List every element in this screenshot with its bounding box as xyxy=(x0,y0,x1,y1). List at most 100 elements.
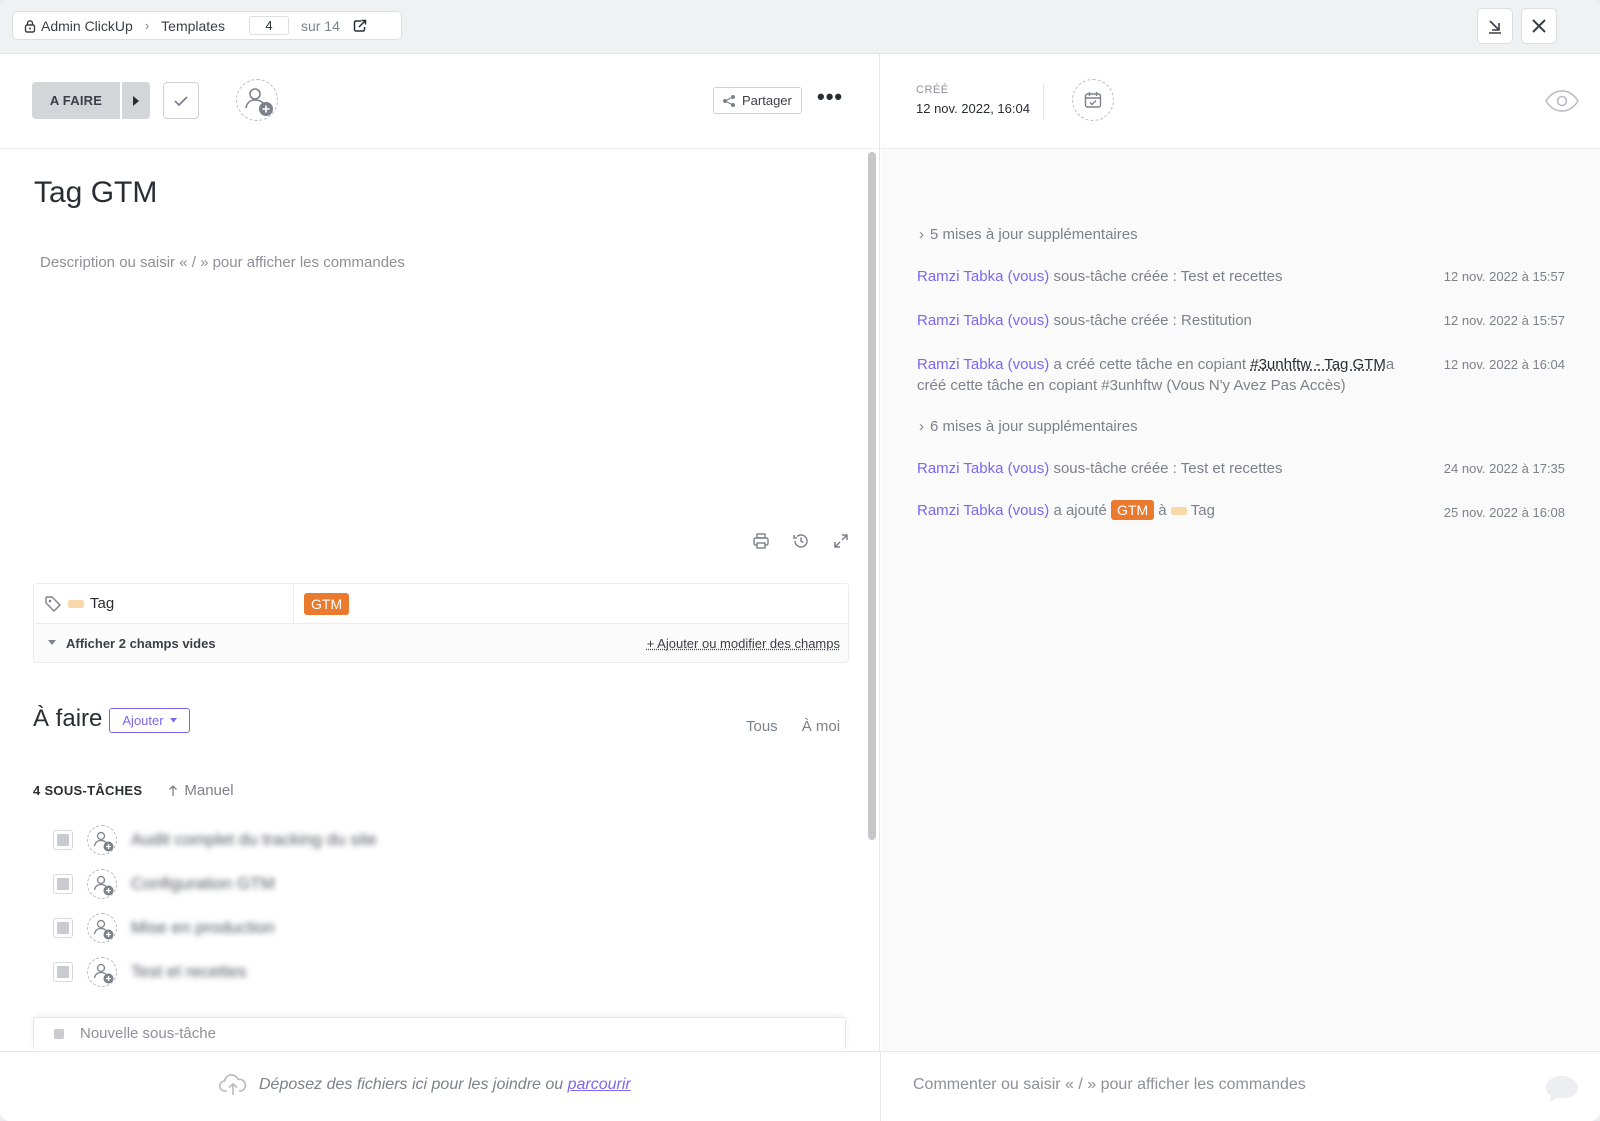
drop-text: Déposez des fichiers ici pour les joindr… xyxy=(259,1076,568,1093)
more-options-icon[interactable]: ••• xyxy=(817,86,843,108)
activity-item: Ramzi Tabka (vous) a créé cette tâche en… xyxy=(917,354,1565,396)
assignee-button[interactable] xyxy=(236,79,278,121)
task-toolbar: A FAIRE Partager ••• xyxy=(0,54,880,149)
share-button[interactable]: Partager xyxy=(713,87,802,114)
more-updates-label: 5 mises à jour supplémentaires xyxy=(930,226,1138,243)
field-value[interactable]: GTM xyxy=(294,584,350,623)
task-main-pane: A FAIRE Partager ••• Tag GTM Description… xyxy=(0,54,880,1051)
subtask-assignee-button[interactable] xyxy=(87,869,117,899)
field-name-label: Tag xyxy=(90,595,115,612)
watch-eye-icon[interactable] xyxy=(1545,90,1579,112)
arrow-up-icon xyxy=(169,784,178,796)
task-title[interactable]: Tag GTM xyxy=(34,176,157,210)
subtask-status[interactable] xyxy=(53,874,73,894)
subtask-assignee-button[interactable] xyxy=(87,825,117,855)
task-meta-header: CRÉÉ 12 nov. 2022, 16:04 xyxy=(881,54,1600,149)
activity-user[interactable]: Ramzi Tabka (vous) xyxy=(917,356,1049,373)
subtask-name[interactable]: Configuration GTM xyxy=(131,874,275,894)
subtask-row[interactable]: Audit complet du tracking du site xyxy=(53,824,393,856)
filter-me[interactable]: À moi xyxy=(802,718,840,735)
activity-user[interactable]: Ramzi Tabka (vous) xyxy=(917,460,1049,477)
print-icon[interactable] xyxy=(752,532,770,550)
activity-field: Tag xyxy=(1190,502,1215,519)
status-label[interactable]: A FAIRE xyxy=(32,82,120,119)
more-updates-toggle[interactable]: › 6 mises à jour supplémentaires xyxy=(919,418,1138,435)
subtask-status[interactable] xyxy=(53,830,73,850)
footer-bar: Déposez des fichiers ici pour les joindr… xyxy=(0,1051,1600,1121)
subtask-row[interactable]: Configuration GTM xyxy=(53,868,393,900)
sort-button[interactable]: Manuel xyxy=(168,782,234,799)
created-date: 12 nov. 2022, 16:04 xyxy=(916,101,1030,116)
divider xyxy=(1043,84,1044,120)
share-label: Partager xyxy=(742,93,792,108)
expand-icon[interactable] xyxy=(832,532,850,550)
todo-section-title: À faire xyxy=(33,705,103,732)
close-button[interactable] xyxy=(1521,8,1557,44)
filter-all[interactable]: Tous xyxy=(746,718,778,735)
tag-badge[interactable]: GTM xyxy=(304,592,350,615)
activity-text: sous-tâche créée : Test et recettes xyxy=(1049,460,1283,477)
breadcrumb-space[interactable]: Admin ClickUp xyxy=(41,18,133,34)
activity-time: 12 nov. 2022 à 15:57 xyxy=(1443,313,1565,328)
add-dropdown-button[interactable]: Ajouter xyxy=(109,708,190,733)
next-status-button[interactable] xyxy=(120,82,150,119)
comment-input[interactable]: Commenter ou saisir « / » pour afficher … xyxy=(913,1076,1306,1094)
subtask-row[interactable]: Test et recettes xyxy=(53,956,393,988)
minimize-button[interactable] xyxy=(1477,8,1513,44)
tag-badge[interactable]: GTM xyxy=(1111,500,1155,520)
activity-user[interactable]: Ramzi Tabka (vous) xyxy=(917,268,1049,285)
activity-item: Ramzi Tabka (vous) sous-tâche créée : Re… xyxy=(917,310,1565,331)
breadcrumb-list[interactable]: Templates xyxy=(161,18,225,34)
browse-link[interactable]: parcourir xyxy=(568,1076,631,1093)
chevron-right-icon: › xyxy=(919,418,924,435)
comment-bubble-icon[interactable] xyxy=(1544,1074,1580,1104)
caret-down-icon xyxy=(169,718,177,723)
task-total: sur 14 xyxy=(300,17,340,34)
add-user-icon xyxy=(244,87,273,116)
subtask-name[interactable]: Mise en production xyxy=(131,918,275,938)
subtask-name[interactable]: Test et recettes xyxy=(131,962,246,982)
history-icon[interactable] xyxy=(792,532,810,550)
task-window: Admin ClickUp › Templates 4 sur 14 A FAI… xyxy=(0,0,1600,1121)
file-drop-zone[interactable]: Déposez des fichiers ici pour les joindr… xyxy=(219,1074,631,1096)
show-empty-fields-label: Afficher 2 champs vides xyxy=(66,635,216,651)
subtask-status[interactable] xyxy=(53,962,73,982)
activity-time: 12 nov. 2022 à 15:57 xyxy=(1443,269,1565,284)
arrow-down-right-icon xyxy=(1489,20,1501,34)
description-input[interactable]: Description ou saisir « / » pour affiche… xyxy=(40,254,405,271)
activity-text: a ajouté xyxy=(1049,502,1111,519)
more-updates-toggle[interactable]: › 5 mises à jour supplémentaires xyxy=(919,226,1138,243)
subtask-assignee-button[interactable] xyxy=(87,957,117,987)
subtask-row[interactable]: Mise en production xyxy=(53,912,393,944)
activity-user[interactable]: Ramzi Tabka (vous) xyxy=(917,502,1049,519)
activity-text: a créé cette tâche en copiant xyxy=(1049,356,1251,373)
share-icon xyxy=(723,94,735,107)
tag-icon xyxy=(45,595,61,612)
new-subtask-placeholder: Nouvelle sous-tâche xyxy=(80,1025,216,1042)
due-date-button[interactable] xyxy=(1072,79,1114,121)
todo-filters: Tous À moi xyxy=(746,718,840,735)
task-index-input[interactable]: 4 xyxy=(248,16,289,35)
add-fields-link[interactable]: + Ajouter ou modifier des champs xyxy=(647,636,840,651)
subtask-status[interactable] xyxy=(53,918,73,938)
complete-button[interactable] xyxy=(163,82,199,119)
open-external-icon[interactable] xyxy=(352,18,368,34)
add-dropdown-label: Ajouter xyxy=(122,713,164,728)
tag-color-swatch xyxy=(1170,507,1187,515)
status-selector[interactable]: A FAIRE xyxy=(32,82,150,119)
created-label: CRÉÉ xyxy=(916,84,949,96)
scrollbar[interactable] xyxy=(868,152,876,840)
custom-fields-panel: Tag GTM Afficher 2 champs vides + Ajoute… xyxy=(33,583,849,663)
subtask-assignee-button[interactable] xyxy=(87,913,117,943)
activity-item: Ramzi Tabka (vous) a ajouté GTM à Tag 25… xyxy=(917,500,1565,521)
more-updates-label: 6 mises à jour supplémentaires xyxy=(930,418,1138,435)
task-link[interactable]: #3unhftw - Tag GTM xyxy=(1250,356,1386,373)
subtask-name[interactable]: Audit complet du tracking du site xyxy=(131,830,377,850)
add-user-icon xyxy=(93,875,113,895)
close-icon xyxy=(1532,19,1546,33)
show-empty-fields-button[interactable]: Afficher 2 champs vides xyxy=(48,636,216,651)
activity-item: Ramzi Tabka (vous) sous-tâche créée : Te… xyxy=(917,458,1565,479)
fields-footer: Afficher 2 champs vides + Ajouter ou mod… xyxy=(34,624,848,662)
activity-user[interactable]: Ramzi Tabka (vous) xyxy=(917,312,1049,329)
new-subtask-input[interactable]: Nouvelle sous-tâche xyxy=(33,1017,846,1049)
